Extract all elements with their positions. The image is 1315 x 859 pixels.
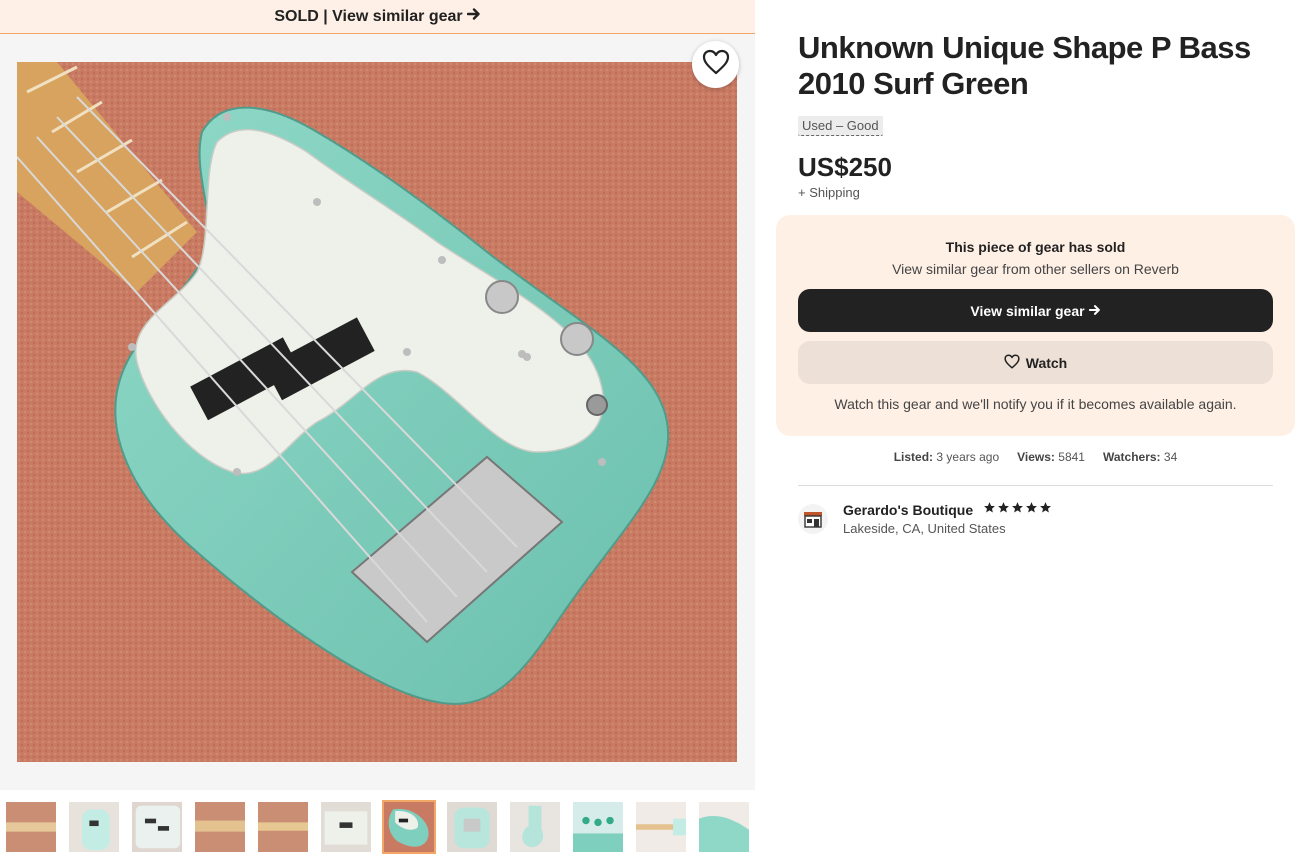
thumbnail[interactable] [67, 800, 121, 854]
watch-note: Watch this gear and we'll notify you if … [834, 396, 1237, 412]
sold-heading: This piece of gear has sold [945, 239, 1126, 255]
star-icon [1025, 501, 1038, 519]
main-photo[interactable] [17, 62, 737, 762]
price: US$250 [798, 152, 892, 182]
sold-banner-text: SOLD | View similar gear [274, 7, 463, 25]
thumbnail[interactable] [4, 800, 58, 854]
thumbnail-strip [4, 800, 755, 854]
listed-stat: Listed: 3 years ago [893, 450, 1000, 464]
thumbnail[interactable] [445, 800, 499, 854]
thumbnail[interactable] [508, 800, 562, 854]
thumbnail[interactable] [256, 800, 310, 854]
divider [798, 485, 1273, 486]
thumbnail[interactable] [193, 800, 247, 854]
condition-badge[interactable]: Used – Good [798, 116, 883, 136]
view-similar-gear-label: View similar gear [970, 302, 1085, 319]
star-icon [983, 501, 996, 519]
seller-name[interactable]: Gerardo's Boutique [843, 502, 973, 518]
view-similar-gear-button[interactable]: View similar gear [798, 289, 1273, 332]
star-icon [1011, 501, 1024, 519]
heart-icon [1004, 353, 1020, 372]
sold-card: This piece of gear has sold View similar… [776, 215, 1295, 436]
thumbnail-selected[interactable] [382, 800, 436, 854]
sold-subheading: View similar gear from other sellers on … [892, 261, 1179, 277]
arrow-right-icon [1088, 303, 1101, 319]
star-icon [1039, 501, 1052, 519]
thumbnail[interactable] [634, 800, 688, 854]
seller-info: Gerardo's Boutique Lakeside, CA, United … [798, 500, 1273, 540]
shop-icon[interactable] [798, 504, 828, 534]
sold-banner[interactable]: SOLD | View similar gear [0, 0, 755, 34]
seller-location: Lakeside, CA, United States [843, 521, 1006, 536]
favorite-button[interactable] [692, 41, 739, 88]
thumbnail[interactable] [571, 800, 625, 854]
heart-icon [702, 49, 730, 80]
watch-button[interactable]: Watch [798, 341, 1273, 384]
seller-rating [983, 501, 1052, 519]
photo-gallery: SOLD | View similar gear [0, 0, 755, 859]
watchers-stat: Watchers: 34 [1102, 450, 1178, 464]
views-stat: Views: 5841 [1017, 450, 1085, 464]
listing-details: Unknown Unique Shape P Bass 2010 Surf Gr… [776, 0, 1296, 859]
thumbnail[interactable] [130, 800, 184, 854]
arrow-right-icon [466, 7, 481, 26]
watch-label: Watch [1025, 354, 1068, 371]
shipping-note: + Shipping [798, 185, 860, 200]
listing-title: Unknown Unique Shape P Bass 2010 Surf Gr… [798, 30, 1251, 101]
thumbnail[interactable] [319, 800, 373, 854]
listing-stats: Listed: 3 years ago Views: 5841 Watchers… [776, 450, 1295, 464]
star-icon [997, 501, 1010, 519]
main-photo-stage [0, 34, 755, 790]
thumbnail[interactable] [697, 800, 751, 854]
